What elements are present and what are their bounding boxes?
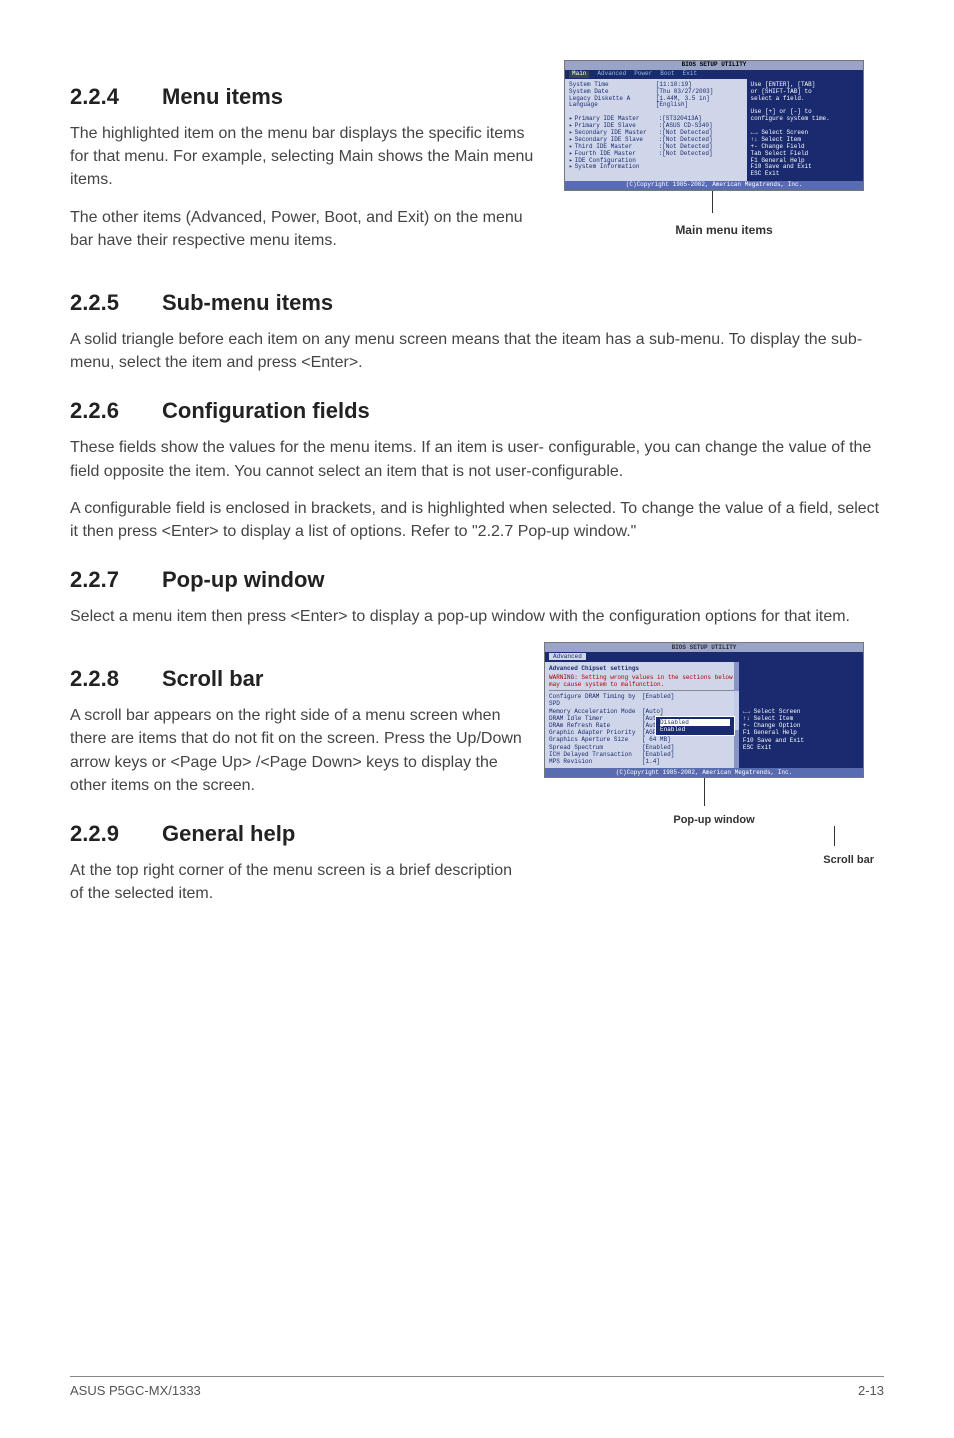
- heading-225: 2.2.5Sub-menu items: [70, 290, 884, 316]
- page-footer: ASUS P5GC-MX/1333 2-13: [70, 1376, 884, 1398]
- heading-229: 2.2.9General help: [70, 821, 524, 847]
- bios-main-screenshot: BIOS SETUP UTILITY Main Advanced Power B…: [564, 60, 864, 191]
- para-226-2: A configurable field is enclosed in brac…: [70, 497, 884, 543]
- footer-right: 2-13: [858, 1383, 884, 1398]
- heading-227: 2.2.7Pop-up window: [70, 567, 884, 593]
- popup-window: DisabledEnabled: [655, 716, 735, 736]
- heading-228: 2.2.8Scroll bar: [70, 666, 524, 692]
- caption-main: Main menu items: [564, 223, 884, 237]
- para-224-1: The highlighted item on the menu bar dis…: [70, 122, 544, 192]
- para-224-2: The other items (Advanced, Power, Boot, …: [70, 206, 544, 252]
- bios-advanced-screenshot: BIOS SETUP UTILITY Advanced Advanced Chi…: [544, 642, 864, 778]
- para-226-1: These fields show the values for the men…: [70, 436, 884, 482]
- caption-popup: Pop-up window: [544, 814, 884, 826]
- caption-scroll: Scroll bar: [544, 854, 884, 866]
- para-228-1: A scroll bar appears on the right side o…: [70, 704, 524, 797]
- para-229-1: At the top right corner of the menu scre…: [70, 859, 524, 905]
- heading-226: 2.2.6Configuration fields: [70, 398, 884, 424]
- para-227-1: Select a menu item then press <Enter> to…: [70, 605, 884, 628]
- para-225-1: A solid triangle before each item on any…: [70, 328, 884, 374]
- heading-224: 2.2.4Menu items: [70, 84, 544, 110]
- footer-left: ASUS P5GC-MX/1333: [70, 1383, 201, 1398]
